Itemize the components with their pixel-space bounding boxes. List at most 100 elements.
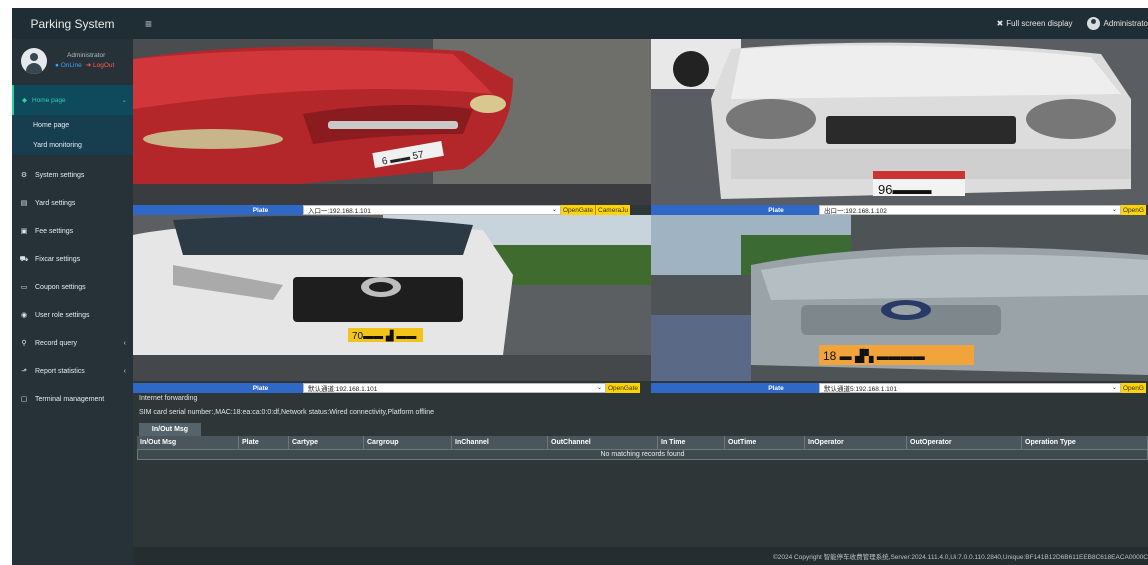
empty-table-message: No matching records found xyxy=(137,449,1148,460)
camera-plate-2: 96▬▬▬ xyxy=(878,182,931,197)
open-gate-button[interactable]: OpenGate xyxy=(606,383,640,393)
column-header[interactable]: InOperator xyxy=(805,436,907,449)
sidebar: Administrator ● OnLine ➜ LogOut ◆ Home p… xyxy=(12,39,133,565)
sidebar-item-record-query[interactable]: ⚲ Record query ‹ xyxy=(12,329,133,357)
sidebar-subitem-yard-monitoring[interactable]: Yard monitoring xyxy=(12,135,133,155)
records-table: In/Out Msg Plate Cartype Cargroup InChan… xyxy=(137,436,1148,460)
brand-title[interactable]: Parking System xyxy=(12,8,133,39)
camera-image-2: 96▬▬▬ xyxy=(651,39,1148,205)
sidebar-item-report-statistics[interactable]: ⬏ Report statistics ‹ xyxy=(12,357,133,385)
chevron-down-icon: ⌄ xyxy=(121,97,127,104)
sidebar-item-terminal-management[interactable]: ▢ Terminal management xyxy=(12,385,133,413)
main-content: 6 ▬▬ 57 Plate 入口一:192.168.1.101 ⌄ OpenGat… xyxy=(133,39,1148,565)
chevron-left-icon: ‹ xyxy=(123,339,126,347)
channel-select[interactable]: 默认通道:192.168.1.101 ⌄ xyxy=(303,383,606,393)
car-icon: ⛟ xyxy=(19,255,29,263)
sidebar-item-home[interactable]: ◆ Home page ⌄ xyxy=(12,85,133,115)
internet-forwarding-label: Internet forwarding xyxy=(139,395,198,402)
home-submenu: Home page Yard monitoring xyxy=(12,115,133,155)
user-menu-label: Administrato xyxy=(1103,19,1148,28)
column-header[interactable]: Cartype xyxy=(289,436,364,449)
camera-status-bar xyxy=(133,383,218,393)
channel-select[interactable]: 默认通道5:192.168.1.101 ⌄ xyxy=(819,383,1121,393)
camera-feed-4: 18 ▬ ▟▚ ▬▬▬▬ Plate 默认通道5:192.168.1.101 ⌄ … xyxy=(651,215,1148,393)
camera-plate-3: 70▬▬ ▟ ▬▬ xyxy=(352,329,416,342)
camera-feed-2: 96▬▬▬ Plate 出口一:192.168.1.102 ⌄ OpenG xyxy=(651,39,1148,215)
sidebar-item-label: Coupon settings xyxy=(35,283,86,291)
chevron-left-icon: ‹ xyxy=(123,367,126,375)
column-header[interactable]: InChannel xyxy=(452,436,548,449)
chevron-down-icon: ⌄ xyxy=(596,385,602,391)
chevron-down-icon: ⌄ xyxy=(1111,207,1117,213)
monitor-icon: ▢ xyxy=(20,396,28,403)
fullscreen-label: Full screen display xyxy=(1006,19,1073,28)
avatar xyxy=(21,48,47,74)
money-icon: ▣ xyxy=(20,228,28,235)
chevron-down-icon: ⌄ xyxy=(1111,385,1117,391)
channel-select[interactable]: 出口一:192.168.1.102 ⌄ xyxy=(819,205,1121,215)
sidebar-item-fixcar-settings[interactable]: ⛟ Fixcar settings xyxy=(12,245,133,273)
avatar-icon xyxy=(1086,17,1100,30)
fullscreen-button[interactable]: ✖ Full screen display xyxy=(997,19,1073,28)
column-header[interactable]: OutTime xyxy=(725,436,805,449)
sidebar-item-label: Fee settings xyxy=(35,227,74,235)
sidebar-item-label: User role settings xyxy=(35,311,90,319)
plate-label: Plate xyxy=(218,383,303,393)
copyright-text: ©2024 Copyright 智能停车收费管理系统,Server:2024.1… xyxy=(772,554,1148,561)
sidebar-item-coupon-settings[interactable]: ▭ Coupon settings xyxy=(12,273,133,301)
file-icon: ▤ xyxy=(20,200,28,207)
open-gate-button[interactable]: OpenGate xyxy=(561,205,595,215)
camera-plate-4: 18 ▬ ▟▚ ▬▬▬▬ xyxy=(823,348,925,363)
channel-select[interactable]: 入口一:192.168.1.101 ⌄ xyxy=(303,205,561,215)
column-header[interactable]: OutChannel xyxy=(548,436,658,449)
column-header[interactable]: Plate xyxy=(239,436,289,449)
camera-image-3: 70▬▬ ▟ ▬▬ xyxy=(133,215,651,381)
calendar-icon: ▭ xyxy=(20,284,28,291)
logout-link[interactable]: ➜ LogOut xyxy=(86,61,115,71)
plate-label: Plate xyxy=(733,205,819,215)
sidebar-item-label: Home page xyxy=(32,96,66,104)
tab-in-out-msg[interactable]: In/Out Msg xyxy=(139,423,201,436)
column-header[interactable]: OutOperator xyxy=(907,436,1022,449)
camera-status-bar xyxy=(133,205,218,215)
sidebar-item-yard-settings[interactable]: ▤ Yard settings xyxy=(12,189,133,217)
chart-icon: ⬏ xyxy=(21,368,27,375)
column-header[interactable]: In/Out Msg xyxy=(137,436,239,449)
sidebar-item-label: Fixcar settings xyxy=(35,255,81,263)
sidebar-item-label: Yard settings xyxy=(35,199,76,207)
sidebar-item-label: Record query xyxy=(35,339,78,347)
top-header: Parking System ≡ ✖ Full screen display A… xyxy=(12,8,1148,39)
column-header[interactable]: Operation Type xyxy=(1022,436,1148,449)
expand-icon: ✖ xyxy=(996,19,1004,28)
online-status: ● OnLine xyxy=(55,62,82,69)
user-name: Administrator xyxy=(67,52,106,59)
sidebar-item-system-settings[interactable]: ⚙ System settings xyxy=(12,161,133,189)
sidebar-item-label: System settings xyxy=(35,171,85,179)
table-header: In/Out Msg Plate Cartype Cargroup InChan… xyxy=(137,436,1148,449)
sidebar-subitem-home-page[interactable]: Home page xyxy=(12,115,133,135)
camera-feed-1: 6 ▬▬ 57 Plate 入口一:192.168.1.101 ⌄ OpenGat… xyxy=(133,39,651,215)
column-header[interactable]: Cargroup xyxy=(364,436,452,449)
plate-label: Plate xyxy=(218,205,303,215)
chevron-down-icon: ⌄ xyxy=(551,207,557,213)
camera-status-bar xyxy=(651,383,733,393)
open-gate-button[interactable]: OpenG xyxy=(1121,205,1146,215)
gears-icon: ⚙ xyxy=(20,172,28,179)
sidebar-item-user-role-settings[interactable]: ◉ User role settings xyxy=(12,301,133,329)
sidebar-item-fee-settings[interactable]: ▣ Fee settings xyxy=(12,217,133,245)
camera-button[interactable]: CameraJu xyxy=(595,205,630,215)
user-role-icon: ◉ xyxy=(20,312,28,319)
column-header[interactable]: In Time xyxy=(658,436,725,449)
camera-status-bar xyxy=(651,205,733,215)
user-menu[interactable]: Administrato xyxy=(1086,17,1148,30)
camera-feed-3: 70▬▬ ▟ ▬▬ Plate 默认通道:192.168.1.101 ⌄ Open… xyxy=(133,215,651,393)
sidebar-menu: ⚙ System settings ▤ Yard settings ▣ Fee set… xyxy=(12,161,133,413)
camera-image-4: 18 ▬ ▟▚ ▬▬▬▬ xyxy=(651,215,1148,381)
sidebar-item-label: Report statistics xyxy=(35,367,85,375)
menu-toggle-icon[interactable]: ≡ xyxy=(145,17,152,31)
dashboard-icon: ◆ xyxy=(22,97,27,104)
open-gate-button[interactable]: OpenG xyxy=(1121,383,1146,393)
user-panel: Administrator ● OnLine ➜ LogOut xyxy=(12,39,133,83)
device-status-text: SIM card serial number:,MAC:18:ea:ca:0:0… xyxy=(139,409,435,416)
plate-label: Plate xyxy=(733,383,819,393)
